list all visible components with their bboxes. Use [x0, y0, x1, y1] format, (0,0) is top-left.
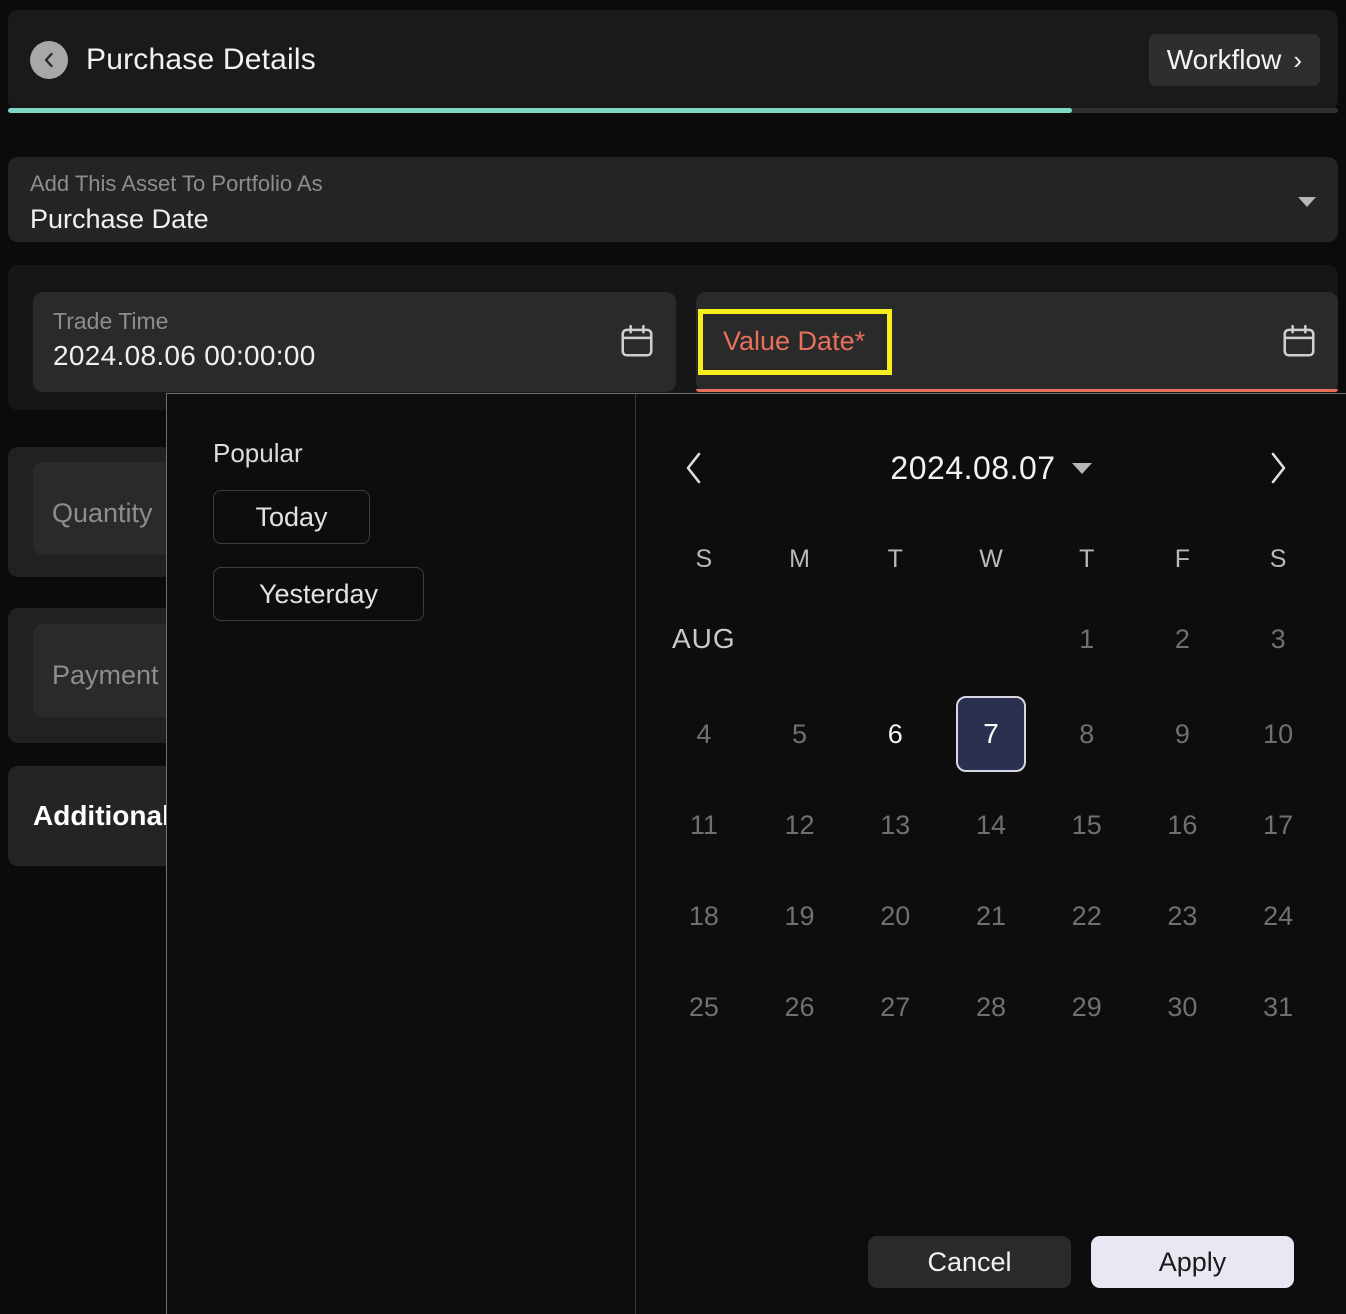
quick-option-today[interactable]: Today	[213, 490, 370, 544]
calendar-day[interactable]: 25	[656, 962, 752, 1052]
calendar-month-selector[interactable]: 2024.08.07	[890, 450, 1091, 487]
calendar-day[interactable]: 27	[847, 962, 943, 1052]
progress-bar	[8, 108, 1338, 113]
calendar-day[interactable]: 19	[752, 871, 848, 961]
calendar-day[interactable]: 15	[1039, 780, 1135, 870]
weekday-label: F	[1135, 539, 1231, 579]
workflow-button[interactable]: Workflow ›	[1149, 34, 1320, 86]
calendar-week-row: 4 5 6 7 8 9 10	[656, 689, 1326, 779]
calendar-day[interactable]: 17	[1230, 780, 1326, 870]
calendar-day[interactable]: 16	[1135, 780, 1231, 870]
quantity-placeholder: Quantity	[52, 498, 153, 529]
trade-time-field[interactable]: Trade Time 2024.08.06 00:00:00	[33, 292, 676, 392]
trade-time-label: Trade Time	[53, 308, 656, 334]
value-date-field[interactable]: Value Date*	[696, 292, 1338, 392]
payment-placeholder: Payment	[52, 660, 159, 691]
portfolio-as-label: Add This Asset To Portfolio As	[30, 171, 1316, 197]
calendar-week-row: 18 19 20 21 22 23 24	[656, 871, 1326, 961]
calendar-day[interactable]: 9	[1135, 689, 1231, 779]
cancel-button[interactable]: Cancel	[868, 1236, 1071, 1288]
calendar-week-row: 25 26 27 28 29 30 31	[656, 962, 1326, 1052]
popular-section-title: Popular	[213, 438, 303, 469]
calendar-day-today[interactable]: 6	[847, 689, 943, 779]
calendar-day-empty	[752, 594, 848, 684]
caret-down-icon	[1072, 463, 1092, 474]
next-month-button[interactable]	[1252, 442, 1304, 494]
calendar-day[interactable]: 3	[1230, 594, 1326, 684]
calendar-panel: 2024.08.07 S M T W T F S AUG	[636, 394, 1346, 1314]
calendar-icon[interactable]	[1280, 322, 1318, 365]
calendar-day-selected-label: 7	[956, 696, 1026, 772]
calendar-day[interactable]: 12	[752, 780, 848, 870]
weekday-label: T	[1039, 539, 1135, 579]
progress-bar-fill	[8, 108, 1072, 113]
chevron-right-icon: ›	[1293, 47, 1302, 73]
apply-button[interactable]: Apply	[1091, 1236, 1294, 1288]
calendar-current-label: 2024.08.07	[890, 450, 1055, 487]
date-picker-popup: Popular Today Yesterday 2024.08.07	[166, 393, 1346, 1314]
calendar-day[interactable]: 2	[1135, 594, 1231, 684]
calendar-day[interactable]: 5	[752, 689, 848, 779]
date-picker-actions: Cancel Apply	[868, 1236, 1294, 1288]
calendar-header: 2024.08.07	[636, 442, 1346, 494]
prev-month-button[interactable]	[668, 442, 720, 494]
calendar-week-row: 11 12 13 14 15 16 17	[656, 780, 1326, 870]
app-screen: Purchase Details Workflow › Add This Ass…	[0, 0, 1346, 1314]
value-date-error-underline	[696, 389, 1338, 392]
calendar-month-marker: AUG	[656, 594, 752, 684]
back-button[interactable]	[30, 41, 68, 79]
page-header: Purchase Details Workflow ›	[8, 10, 1338, 110]
trade-time-value: 2024.08.06 00:00:00	[53, 340, 656, 372]
additional-section-title: Additional	[33, 800, 170, 832]
portfolio-as-select[interactable]: Add This Asset To Portfolio As Purchase …	[8, 157, 1338, 242]
calendar-weekday-header: S M T W T F S	[656, 539, 1326, 579]
calendar-day[interactable]: 28	[943, 962, 1039, 1052]
calendar-day[interactable]: 4	[656, 689, 752, 779]
calendar-day-empty	[943, 594, 1039, 684]
calendar-week-row: AUG 1 2 3	[656, 594, 1326, 684]
quick-option-yesterday[interactable]: Yesterday	[213, 567, 424, 621]
calendar-day[interactable]: 21	[943, 871, 1039, 961]
calendar-day[interactable]: 1	[1039, 594, 1135, 684]
calendar-day[interactable]: 14	[943, 780, 1039, 870]
page-title: Purchase Details	[86, 43, 316, 77]
calendar-day-selected[interactable]: 7	[943, 689, 1039, 779]
calendar-day[interactable]: 18	[656, 871, 752, 961]
weekday-label: M	[752, 539, 848, 579]
weekday-label: W	[943, 539, 1039, 579]
calendar-day[interactable]: 29	[1039, 962, 1135, 1052]
calendar-day[interactable]: 20	[847, 871, 943, 961]
calendar-day[interactable]: 24	[1230, 871, 1326, 961]
calendar-day-empty	[847, 594, 943, 684]
workflow-button-label: Workflow	[1167, 44, 1282, 76]
date-picker-shortcuts-panel: Popular Today Yesterday	[167, 394, 636, 1314]
chevron-left-icon	[39, 50, 59, 70]
weekday-label: S	[1230, 539, 1326, 579]
calendar-day[interactable]: 10	[1230, 689, 1326, 779]
calendar-day[interactable]: 26	[752, 962, 848, 1052]
calendar-day[interactable]: 22	[1039, 871, 1135, 961]
calendar-day[interactable]: 8	[1039, 689, 1135, 779]
weekday-label: S	[656, 539, 752, 579]
calendar-day[interactable]: 31	[1230, 962, 1326, 1052]
calendar-icon[interactable]	[618, 322, 656, 365]
calendar-day[interactable]: 11	[656, 780, 752, 870]
portfolio-as-value: Purchase Date	[30, 204, 1316, 235]
calendar-day[interactable]: 30	[1135, 962, 1231, 1052]
value-date-highlight-box	[698, 309, 892, 375]
weekday-label: T	[847, 539, 943, 579]
calendar-day[interactable]: 23	[1135, 871, 1231, 961]
caret-down-icon[interactable]	[1298, 197, 1316, 207]
calendar-day[interactable]: 13	[847, 780, 943, 870]
